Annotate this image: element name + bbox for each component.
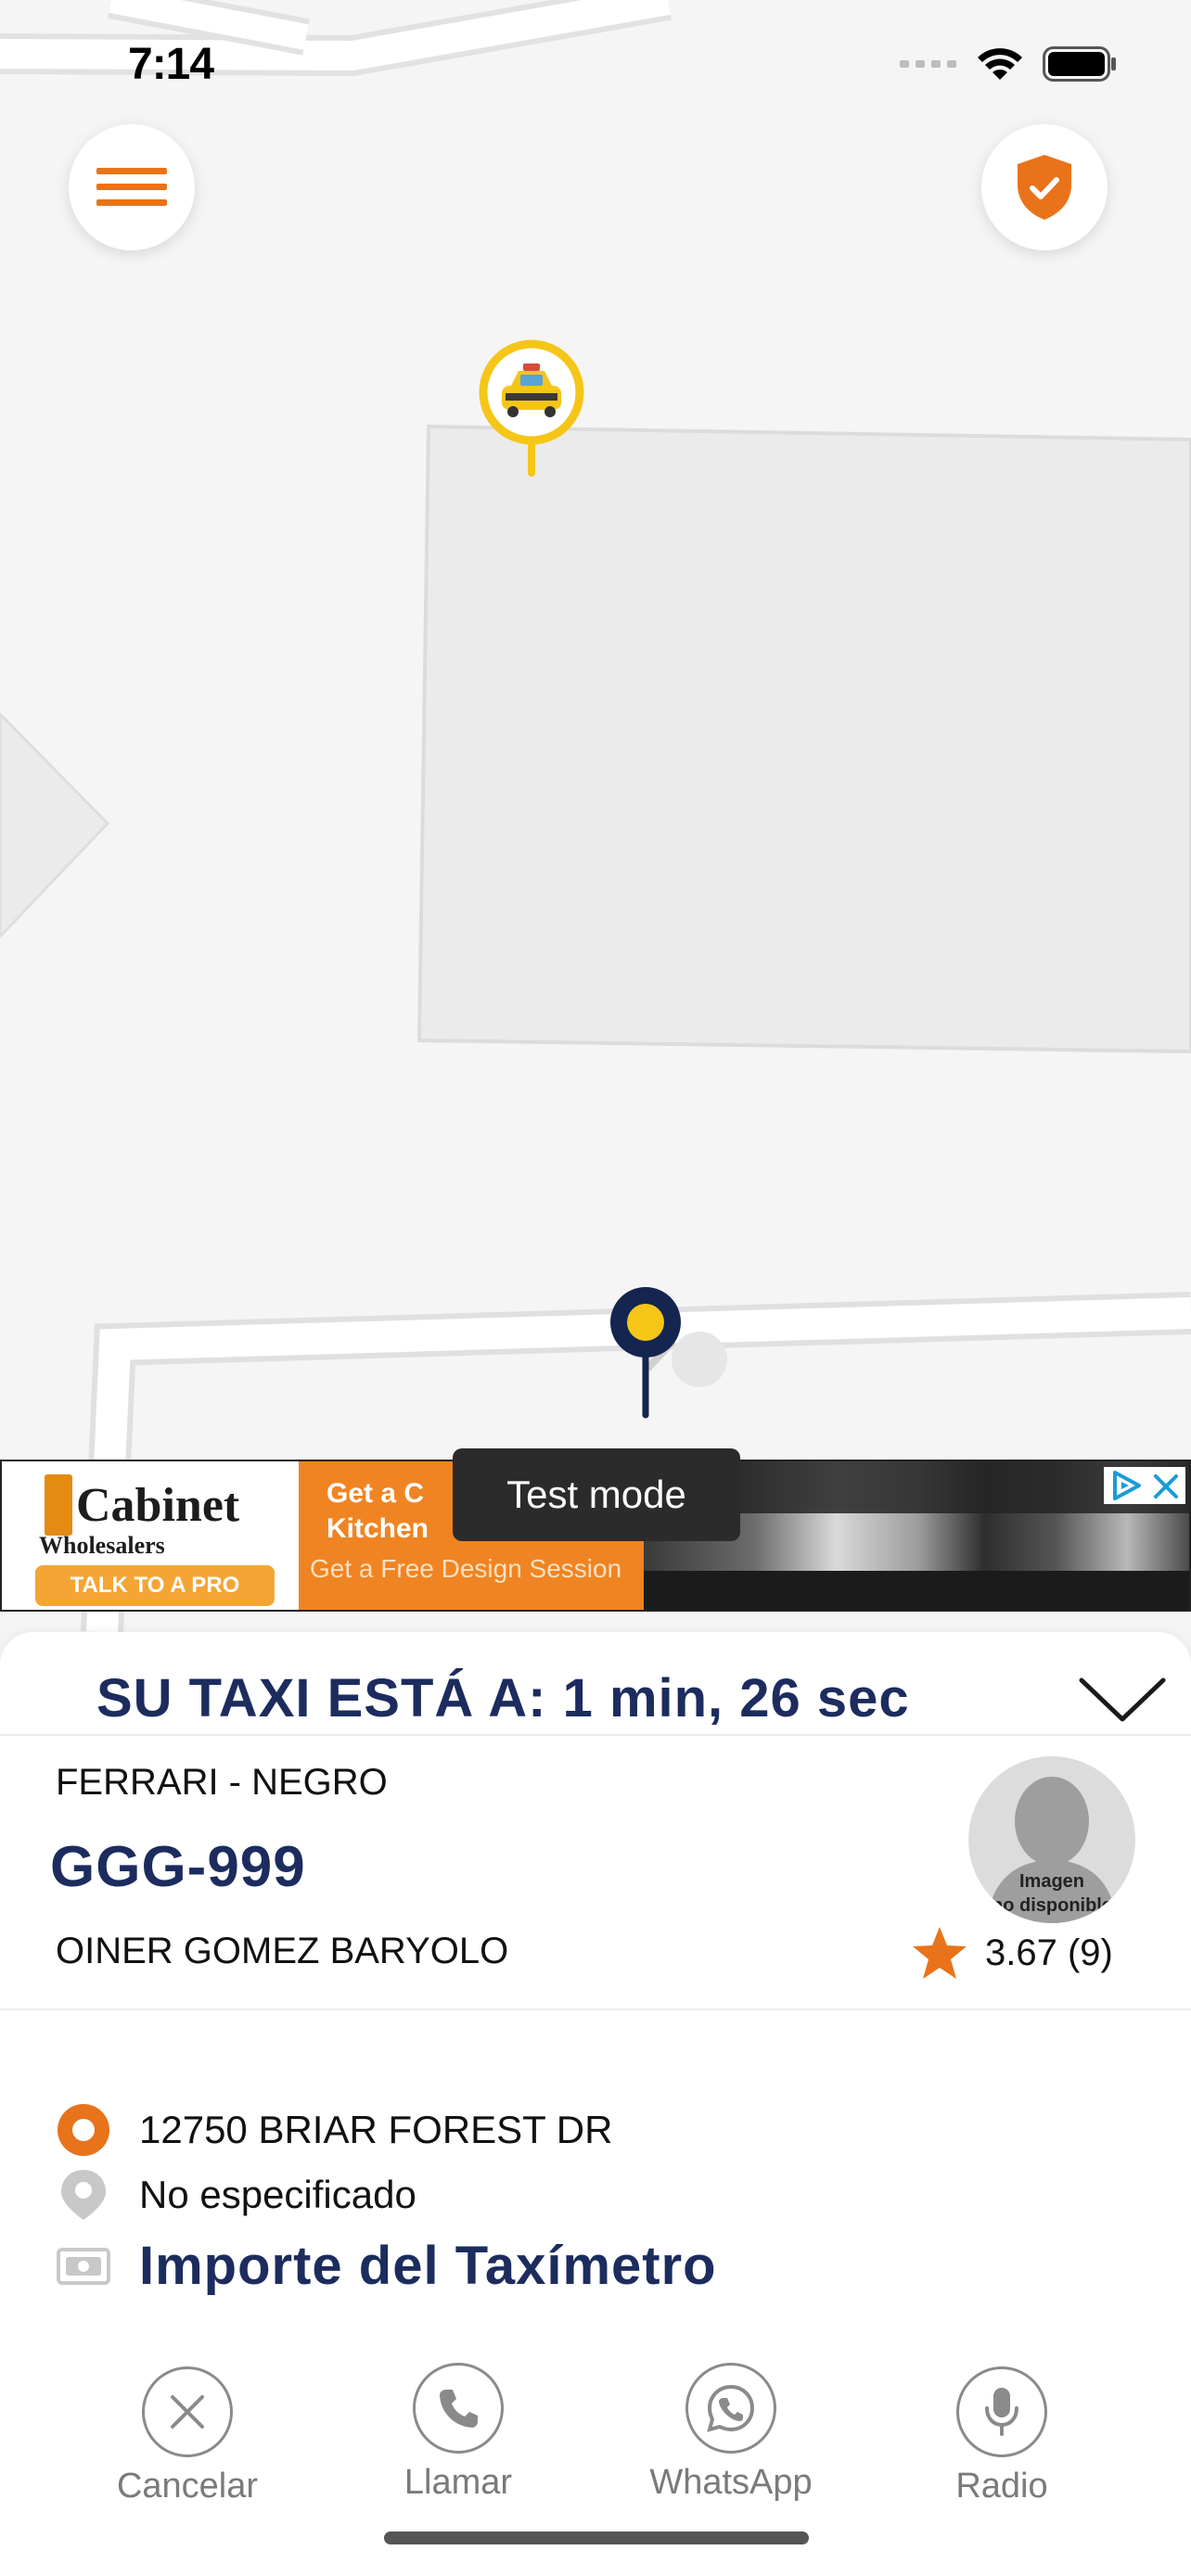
destination-pin-icon <box>56 2168 111 2222</box>
whatsapp-label: WhatsApp <box>649 2463 813 2502</box>
origin-dot-icon <box>56 2103 111 2157</box>
cash-icon <box>56 2247 111 2285</box>
map-canvas <box>0 0 1191 1632</box>
car-model: FERRARI - NEGRO <box>56 1762 388 1803</box>
call-circle <box>413 2363 504 2454</box>
whatsapp-button[interactable]: WhatsApp <box>638 2363 824 2503</box>
ad-controls <box>1104 1467 1185 1504</box>
driver-name: OINER GOMEZ BARYOLO <box>56 1931 509 1971</box>
collapse-button[interactable] <box>1076 1673 1169 1728</box>
test-mode-label: Test mode <box>453 1448 740 1541</box>
home-indicator[interactable] <box>384 2531 809 2544</box>
fare-label: Importe del Taxímetro <box>139 2236 717 2296</box>
radio-button[interactable]: Radio <box>909 2366 1095 2506</box>
fare-row: Importe del Taxímetro <box>56 2235 717 2297</box>
ad-brand-sub: Wholesalers <box>39 1532 165 1559</box>
eta-header[interactable]: SU TAXI ESTÁ A: 1 min, 26 sec <box>0 1632 1191 1736</box>
close-icon[interactable] <box>1152 1469 1180 1502</box>
action-bar: Cancelar Llamar WhatsApp Radio <box>0 2337 1191 2559</box>
cancel-button[interactable]: Cancelar <box>95 2366 280 2506</box>
radio-circle <box>956 2366 1047 2457</box>
close-icon <box>171 2395 204 2429</box>
whatsapp-circle <box>685 2363 776 2454</box>
destination-address: No especificado <box>139 2173 416 2216</box>
avatar-label-line-2: no disponible <box>992 1895 1112 1916</box>
adchoices-icon[interactable] <box>1109 1469 1143 1502</box>
ad-subline: Get a Free Design Session <box>310 1554 622 1583</box>
eta-text: SU TAXI ESTÁ A: 1 min, 26 sec <box>96 1668 910 1728</box>
ad-logo: Cabinet Wholesalers TALK TO A PRO <box>2 1461 299 1610</box>
pickup-pin-icon[interactable] <box>608 1285 731 1421</box>
shield-check-icon <box>1018 155 1071 220</box>
ad-logo-mark <box>45 1474 72 1536</box>
menu-button[interactable] <box>69 124 195 250</box>
call-button[interactable]: Llamar <box>365 2363 551 2503</box>
status-bar: 7:14 <box>0 0 1191 130</box>
status-icons <box>900 46 1117 82</box>
status-time: 7:14 <box>128 40 214 89</box>
avatar-label-line-1: Imagen <box>1018 1871 1085 1892</box>
ad-image-counter <box>644 1571 1189 1610</box>
rating-value: 3.67 (9) <box>985 1932 1113 1973</box>
driver-avatar: Imagen no disponible <box>968 1756 1135 1923</box>
cancel-label: Cancelar <box>116 2467 259 2506</box>
origin-row: 12750 BRIAR FOREST DR <box>56 2103 612 2157</box>
ad-cta-button[interactable]: TALK TO A PRO <box>35 1565 275 1606</box>
ad-brand-name: Cabinet <box>76 1479 240 1532</box>
battery-icon <box>1043 46 1116 82</box>
driver-rating: 3.67 (9) <box>911 1925 1113 1981</box>
hamburger-menu-icon <box>96 168 167 206</box>
phone-icon <box>440 2390 478 2428</box>
avatar-placeholder-text: Imagen no disponible <box>968 1869 1135 1918</box>
wifi-icon <box>978 48 1022 80</box>
map-view[interactable] <box>0 0 1191 1632</box>
chevron-down-icon <box>1079 1677 1166 1722</box>
license-plate: GGG-999 <box>50 1835 306 1899</box>
whatsapp-icon <box>707 2384 755 2432</box>
ride-details-sheet[interactable]: SU TAXI ESTÁ A: 1 min, 26 sec FERRARI - … <box>0 1632 1191 2576</box>
cancel-circle <box>142 2366 233 2457</box>
microphone-icon <box>985 2388 1018 2436</box>
divider <box>0 2009 1191 2010</box>
origin-address: 12750 BRIAR FOREST DR <box>139 2108 613 2151</box>
radio-label: Radio <box>955 2467 1048 2506</box>
destination-row[interactable]: No especificado <box>56 2168 416 2222</box>
safety-button[interactable] <box>981 124 1108 250</box>
star-icon <box>913 1927 967 1979</box>
signal-dots-icon <box>900 60 956 68</box>
call-label: Llamar <box>403 2463 513 2502</box>
taxi-marker-icon[interactable] <box>477 338 586 477</box>
